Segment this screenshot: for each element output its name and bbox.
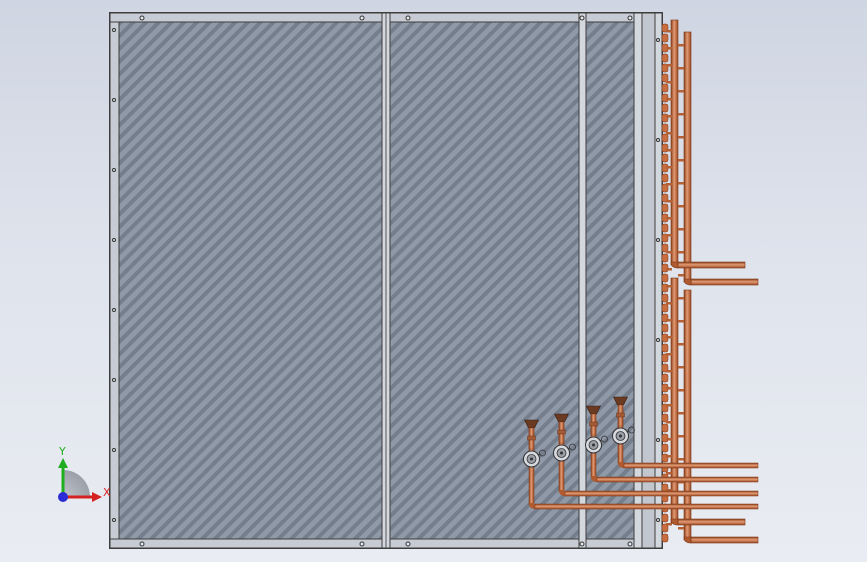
return-bend xyxy=(661,173,669,183)
return-bend xyxy=(661,153,669,163)
header-stub xyxy=(678,228,684,231)
x-axis-label: X xyxy=(103,486,111,499)
return-bend xyxy=(661,273,669,283)
header-stub xyxy=(678,389,684,392)
header-stub xyxy=(678,67,684,70)
support-plate-center xyxy=(381,12,391,549)
return-bend xyxy=(661,103,669,113)
return-bend xyxy=(661,323,669,333)
header-stub xyxy=(678,343,684,346)
return-bend xyxy=(661,393,669,403)
header-stub xyxy=(678,274,684,277)
header-stub xyxy=(678,251,684,254)
header-stub xyxy=(678,182,684,185)
header-stub xyxy=(666,183,672,186)
return-bend xyxy=(661,223,669,233)
return-bend xyxy=(661,533,669,543)
coordinate-triad-icon: Y X xyxy=(58,445,111,502)
header-stub xyxy=(666,217,672,220)
fin-panel-left xyxy=(118,21,383,540)
header-stub xyxy=(666,64,672,67)
header-stub xyxy=(666,472,672,475)
return-bend xyxy=(661,513,669,523)
cad-viewport[interactable]: Y X xyxy=(0,0,867,562)
header-stub xyxy=(678,366,684,369)
header-stub xyxy=(678,297,684,300)
header-stub xyxy=(678,205,684,208)
header-stub xyxy=(666,523,672,526)
header-stub xyxy=(666,387,672,390)
header-stub xyxy=(666,234,672,237)
y-axis-label: Y xyxy=(58,445,66,458)
header-stub xyxy=(678,90,684,93)
return-bend xyxy=(661,53,669,63)
header-stub xyxy=(678,320,684,323)
header-stub xyxy=(666,370,672,373)
return-bend xyxy=(661,253,669,263)
return-bend xyxy=(661,33,669,43)
header-stub xyxy=(666,149,672,152)
return-bend xyxy=(661,373,669,383)
header-lower[interactable] xyxy=(670,277,759,544)
header-stub xyxy=(678,136,684,139)
header-stub xyxy=(666,404,672,407)
return-bend xyxy=(661,123,669,133)
header-stub xyxy=(666,132,672,135)
header-stub xyxy=(666,200,672,203)
header-stub xyxy=(678,159,684,162)
header-stub xyxy=(666,251,672,254)
return-bend xyxy=(661,303,669,313)
return-bend xyxy=(661,133,669,143)
header-stub xyxy=(666,336,672,339)
header-stub xyxy=(666,285,672,288)
header-stub xyxy=(666,353,672,356)
return-bend xyxy=(661,413,669,423)
return-bend xyxy=(661,73,669,83)
return-bend xyxy=(661,83,669,93)
header-stub xyxy=(666,81,672,84)
return-bend xyxy=(661,293,669,303)
header-stub xyxy=(666,302,672,305)
header-stub xyxy=(678,527,684,530)
header-stub xyxy=(666,115,672,118)
header-stub xyxy=(666,98,672,101)
return-bend xyxy=(661,243,669,253)
return-bend xyxy=(661,423,669,433)
header-stub xyxy=(666,455,672,458)
header-stub xyxy=(678,458,684,461)
header-stub xyxy=(666,268,672,271)
header-stub xyxy=(666,438,672,441)
header-stub xyxy=(666,166,672,169)
header-stub xyxy=(678,113,684,116)
return-bend xyxy=(661,203,669,213)
header-stub xyxy=(666,319,672,322)
header-stub xyxy=(666,47,672,50)
header-stub xyxy=(666,421,672,424)
return-bend xyxy=(661,443,669,453)
return-bend xyxy=(661,343,669,353)
header-stub xyxy=(678,44,684,47)
header-stub xyxy=(666,30,672,33)
support-plate-right xyxy=(578,12,587,549)
header-stub xyxy=(678,412,684,415)
fin-panel-middle xyxy=(389,21,580,540)
header-upper[interactable] xyxy=(670,19,759,286)
header-stub xyxy=(678,435,684,438)
